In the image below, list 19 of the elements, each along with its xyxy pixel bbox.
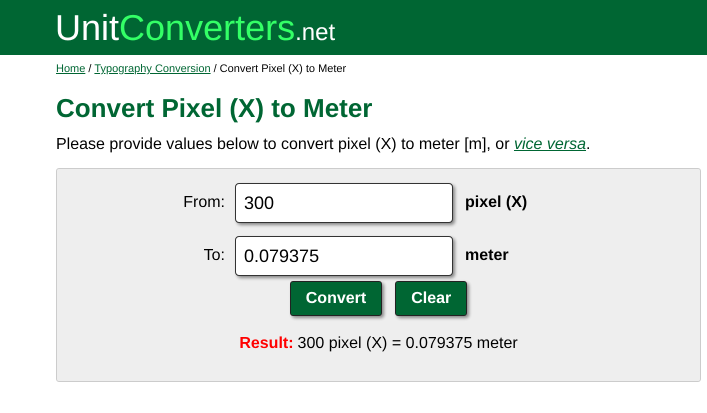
page-title: Convert Pixel (X) to Meter [56, 93, 374, 124]
intro-text: Please provide values below to convert pixel (X) to meter [m], or vice versa. [56, 136, 592, 154]
input-field[interactable]: 0.079375 [235, 236, 453, 276]
breadcrumb-current: Convert Pixel (X) to Meter [220, 63, 346, 75]
field-label: To: [202, 247, 226, 265]
result-text: 300 pixel (X) = 0.079375 meter [298, 335, 518, 352]
breadcrumb-link[interactable]: Typography Conversion [94, 63, 211, 75]
unit-label: pixel (X) [465, 194, 528, 212]
breadcrumb-separator: / [88, 63, 92, 75]
field-label: From: [182, 194, 226, 212]
convert-button[interactable]: Convert [290, 281, 382, 316]
input-field[interactable]: 300 [235, 183, 453, 223]
result-label: Result: [239, 335, 294, 352]
site-logo[interactable]: UnitConverters.net [55, 10, 336, 46]
breadcrumb-link[interactable]: Home [56, 63, 86, 75]
breadcrumb-separator: / [214, 63, 217, 75]
unit-label: meter [465, 247, 509, 265]
clear-button[interactable]: Clear [395, 281, 468, 316]
vice-versa-link[interactable]: vice versa [514, 136, 586, 153]
